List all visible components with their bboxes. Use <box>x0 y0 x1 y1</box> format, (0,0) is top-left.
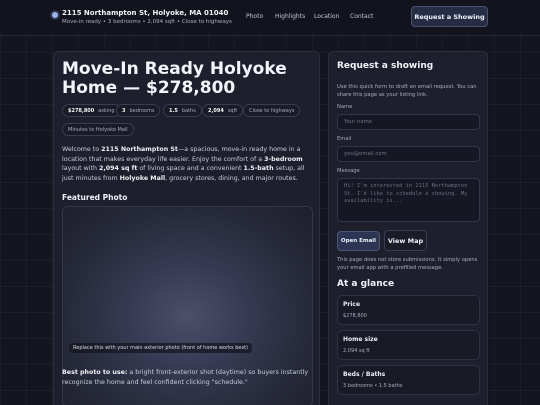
bedrooms-pill: 3 bedrooms <box>116 104 161 117</box>
form-instructions: Use this quick form to draft an email re… <box>337 84 477 98</box>
message-field[interactable] <box>337 178 480 222</box>
open-email-button[interactable]: Open Email <box>337 231 380 251</box>
showing-request-panel: Request a showing Use this quick form to… <box>328 51 488 405</box>
pill-value: $278,800 <box>68 107 95 114</box>
pill-value: 2,094 <box>208 107 224 114</box>
stat-value: 2,094 sq ft <box>343 348 370 354</box>
pill-label: baths <box>181 107 196 114</box>
stat-value: 3 bedrooms • 1.5 baths <box>343 383 403 389</box>
home-size-stat: Home size 2,094 sq ft <box>337 330 480 360</box>
request-showing-button[interactable]: Request a Showing <box>411 6 488 27</box>
photo-caption: Replace this with your main exterior pho… <box>69 343 253 353</box>
nav-link-highlights[interactable]: Highlights <box>275 13 305 20</box>
pill-label: Close to highways <box>249 107 295 114</box>
request-showing-heading: Request a showing <box>337 61 434 71</box>
name-label: Name <box>337 104 353 110</box>
email-label: Email <box>337 136 352 142</box>
listing-address: 2115 Northampton St, Holyoke, MA 01040 <box>62 9 229 17</box>
pill-value: 3 <box>122 107 126 114</box>
nav-link-contact[interactable]: Contact <box>350 13 373 20</box>
listing-summary: Move-in ready • 3 bedrooms • 2,094 sqft … <box>62 19 232 25</box>
top-bar: 2115 Northampton St, Holyoke, MA 01040 M… <box>0 0 540 36</box>
photo-tip: Best photo to use: a bright front-exteri… <box>62 369 309 386</box>
price-stat: Price $278,800 <box>337 295 480 325</box>
intro-paragraph: Welcome to 2115 Northampton St—a spaciou… <box>62 146 305 182</box>
view-map-button[interactable]: View Map <box>384 230 427 251</box>
at-a-glance-heading: At a glance <box>337 279 395 289</box>
listing-card: Move-In Ready Holyoke Home — $278,800 $2… <box>53 51 320 405</box>
email-field[interactable] <box>337 146 480 162</box>
beds-baths-stat: Beds / Baths 3 bedrooms • 1.5 baths <box>337 365 480 395</box>
sqft-pill: 2,094 sqft <box>202 104 244 117</box>
pill-label: asking <box>98 107 115 114</box>
listing-title: Move-In Ready Holyoke Home — $278,800 <box>62 59 287 98</box>
message-label: Message <box>337 168 360 174</box>
nav-link-photo[interactable]: Photo <box>246 13 263 20</box>
mall-pill: Minutes to Holyoke Mall <box>62 123 134 136</box>
stat-value: $278,800 <box>343 313 367 319</box>
stat-label: Price <box>343 301 361 308</box>
pill-label: sqft <box>227 107 238 114</box>
brand-dot-icon <box>52 12 58 18</box>
pill-value: 1.5 <box>169 107 178 114</box>
price-pill: $278,800 asking <box>62 104 121 117</box>
pill-label: bedrooms <box>129 107 155 114</box>
baths-pill: 1.5 baths <box>163 104 202 117</box>
name-field[interactable] <box>337 114 480 130</box>
featured-photo-heading: Featured Photo <box>62 193 128 202</box>
stat-label: Home size <box>343 336 378 343</box>
highways-pill: Close to highways <box>243 104 301 117</box>
privacy-note: This page does not store submissions. It… <box>337 257 478 271</box>
stat-label: Beds / Baths <box>343 371 386 378</box>
pill-label: Minutes to Holyoke Mall <box>68 126 128 133</box>
nav-link-location[interactable]: Location <box>314 13 339 20</box>
